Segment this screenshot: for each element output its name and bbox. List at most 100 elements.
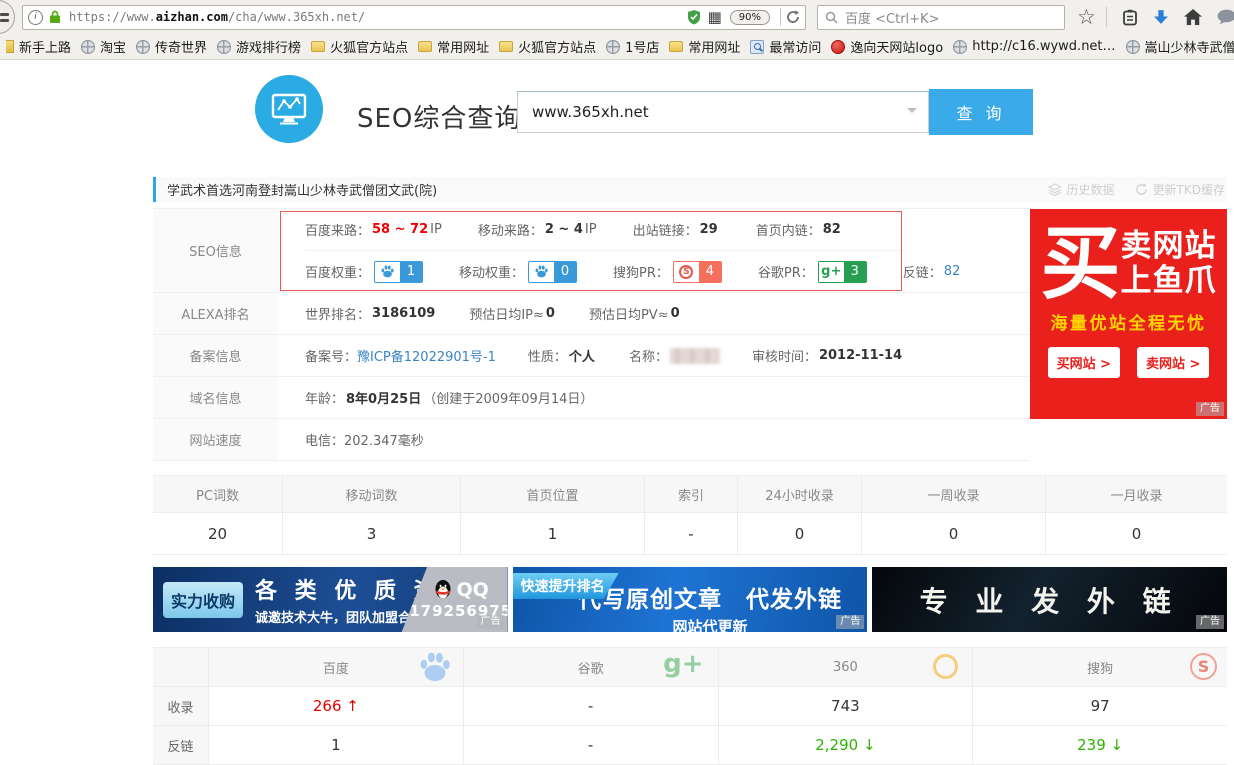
- side-ad-banner[interactable]: 买 卖网站 上鱼爪 海量优站全程无忧 买网站 > 卖网站 > 广告: [1030, 209, 1227, 419]
- stats-value-cell[interactable]: 0: [862, 513, 1046, 554]
- bookmark-label: 传奇世界: [155, 37, 207, 56]
- bookmark-item[interactable]: 常用网址: [664, 37, 745, 56]
- seo-info-values: 百度来路：58 ~ 72IP 移动来路：2 ~ 4IP 出站链接：29 首页内链…: [278, 209, 1030, 292]
- row-label: 反链: [153, 726, 209, 764]
- ad-banner-articles[interactable]: 快速提升排名 代写原创文章 代发外链 网站代更新 广告: [513, 567, 868, 632]
- bookmark-label: 1号店: [625, 37, 659, 56]
- reload-icon[interactable]: [786, 10, 800, 24]
- site-logo-icon: [831, 40, 845, 54]
- domain-age: 年龄：8年0月25日（创建于2009年09月14日）: [305, 388, 593, 407]
- qr-code-icon[interactable]: ▦: [708, 10, 722, 25]
- folder-icon: [499, 41, 513, 52]
- ad-banner-resources[interactable]: 实力收购 各 类 优 质 资 源 诚邀技术大牛，团队加盟合作 QQ 179256…: [153, 567, 508, 632]
- value: 1: [331, 736, 341, 754]
- chat-icon[interactable]: [1217, 9, 1234, 25]
- engine-index-table: 百度 谷歌 g+ 360 搜狗 S 收录 266 ↑ - 743 97 反: [153, 647, 1227, 765]
- update-tkd-button[interactable]: 更新TKD缓存: [1135, 181, 1225, 198]
- main-content: 学武术首选河南登封嵩山少林寺武僧团文武(院) 历史数据 更新TKD缓存 SEO信…: [153, 177, 1227, 765]
- row-label: 备案信息: [153, 335, 278, 376]
- seo-query-header: SEO综合查询 查 询: [0, 60, 1234, 152]
- folder-icon: [418, 41, 432, 52]
- url-text[interactable]: https://www.aizhan.com/cha/www.365xh.net…: [69, 10, 683, 24]
- bookmark-item[interactable]: 火狐官方站点: [494, 37, 601, 56]
- aizhan-logo: [255, 75, 323, 143]
- bookmark-item[interactable]: 游戏排行榜: [212, 37, 306, 56]
- history-data-button[interactable]: 历史数据: [1048, 181, 1115, 198]
- stats-value-cell[interactable]: 0: [738, 513, 862, 554]
- bookmark-item[interactable]: 淘宝: [76, 37, 131, 56]
- baidu-paw-icon: [417, 649, 453, 685]
- query-button[interactable]: 查 询: [929, 89, 1033, 135]
- zoom-level-badge[interactable]: 90%: [730, 10, 770, 25]
- bookmark-star-icon[interactable]: ☆: [1077, 7, 1096, 28]
- baidu-backlinks[interactable]: 1: [209, 726, 464, 764]
- bookmark-item[interactable]: 火狐官方站点: [306, 37, 413, 56]
- query-input[interactable]: [517, 91, 929, 133]
- daily-ip: 预估日均IP≈0: [469, 304, 557, 323]
- back-button-glyph: [0, 19, 9, 22]
- bookmark-item[interactable]: 常用网址: [413, 37, 494, 56]
- sogou-icon: S: [1190, 653, 1217, 680]
- banner2-badge: 快速提升排名: [513, 573, 619, 599]
- engine-collected-row: 收录 266 ↑ - 743 97: [153, 687, 1227, 726]
- bookmark-item[interactable]: 传奇世界: [131, 37, 212, 56]
- url-bar[interactable]: i https://www.aizhan.com/cha/www.365xh.n…: [22, 5, 806, 30]
- sogou-collected[interactable]: 97: [973, 687, 1227, 725]
- bookmark-item[interactable]: 逸向天网站logo: [826, 37, 948, 56]
- browser-search-box[interactable]: 百度 <Ctrl+K>: [817, 5, 1065, 30]
- baidu-collected[interactable]: 266 ↑: [209, 687, 464, 725]
- adguard-shield-icon[interactable]: [686, 9, 702, 25]
- stats-value-cell[interactable]: 0: [1046, 513, 1227, 554]
- home-icon[interactable]: [1184, 9, 1202, 25]
- mobile-traffic: 移动来路：2 ~ 4IP: [478, 220, 597, 239]
- bookmark-label: 常用网址: [688, 37, 740, 56]
- bookmark-item[interactable]: 嵩山少林寺武僧文武…: [1121, 37, 1234, 56]
- side-ad-buttons: 买网站 > 卖网站 >: [1030, 347, 1227, 378]
- stats-value-cell[interactable]: 3: [283, 513, 461, 554]
- sell-site-button[interactable]: 卖网站 >: [1137, 347, 1209, 378]
- bookmark-item[interactable]: http://c16.wywd.net…: [948, 39, 1120, 54]
- mobile-weight[interactable]: 移动权重：0: [459, 261, 577, 283]
- banner-ads-row: 实力收购 各 类 优 质 资 源 诚邀技术大牛，团队加盟合作 QQ 179256…: [153, 567, 1227, 632]
- dropdown-arrow-icon[interactable]: [907, 108, 917, 118]
- globe-icon: [1126, 40, 1140, 54]
- url-path: /cha/www.365xh.net/: [228, 10, 365, 24]
- downloads-icon[interactable]: [1153, 9, 1169, 25]
- domain-values: 年龄：8年0月25日（创建于2009年09月14日）: [278, 377, 1030, 418]
- sogou-backlinks[interactable]: 239 ↓: [973, 726, 1227, 764]
- domain-row: 域名信息 年龄：8年0月25日（创建于2009年09月14日）: [153, 377, 1030, 419]
- baidu-weight[interactable]: 百度权重：1: [305, 261, 423, 283]
- bookmarks-menu-icon[interactable]: [1122, 9, 1138, 26]
- google-pr-badge: g+3: [818, 261, 867, 283]
- sogou-pr[interactable]: 搜狗PR：S4: [613, 261, 722, 283]
- row-label: SEO信息: [153, 209, 278, 292]
- page-info-icon[interactable]: i: [28, 10, 43, 25]
- 360-collected[interactable]: 743: [719, 687, 974, 725]
- bookmarks-bar: 新手上路 淘宝 传奇世界 游戏排行榜 火狐官方站点 常用网址 火狐官方站点 1号…: [0, 34, 1234, 59]
- ad-banner-backlinks[interactable]: 专 业 发 外 链 广告: [872, 567, 1227, 632]
- history-data-label: 历史数据: [1067, 181, 1115, 198]
- google-pr[interactable]: 谷歌PR：g+3: [758, 261, 867, 283]
- engine-name: 搜狗: [1087, 658, 1113, 677]
- buy-site-button[interactable]: 买网站 >: [1048, 347, 1120, 378]
- bookmark-label: http://c16.wywd.net…: [972, 39, 1115, 54]
- bookmark-label: 游戏排行榜: [236, 37, 301, 56]
- page-title: SEO综合查询: [357, 98, 521, 135]
- icp-number[interactable]: 备案号：豫ICP备12022901号-1: [305, 346, 496, 365]
- back-button[interactable]: [0, 0, 15, 34]
- icp-number-link[interactable]: 豫ICP备12022901号-1: [357, 346, 496, 365]
- banner1-badge: 实力收购: [163, 582, 243, 618]
- google-plus-icon: g+: [663, 649, 703, 679]
- 360-backlinks[interactable]: 2,290 ↓: [719, 726, 974, 764]
- row-label: 网站速度: [153, 419, 278, 460]
- bookmark-item[interactable]: 1号店: [601, 37, 664, 56]
- bookmark-label: 逸向天网站logo: [850, 37, 943, 56]
- stats-value-cell[interactable]: 20: [153, 513, 283, 554]
- bookmark-item[interactable]: 新手上路: [1, 37, 76, 56]
- engine-header-google: 谷歌 g+: [464, 648, 719, 686]
- stats-value-cell[interactable]: 1: [461, 513, 645, 554]
- bookmark-item[interactable]: 最常访问: [745, 37, 826, 56]
- ad-tag: 广告: [1196, 402, 1224, 416]
- engine-name: 360: [833, 660, 858, 675]
- banner1-qq-row: QQ: [433, 579, 489, 601]
